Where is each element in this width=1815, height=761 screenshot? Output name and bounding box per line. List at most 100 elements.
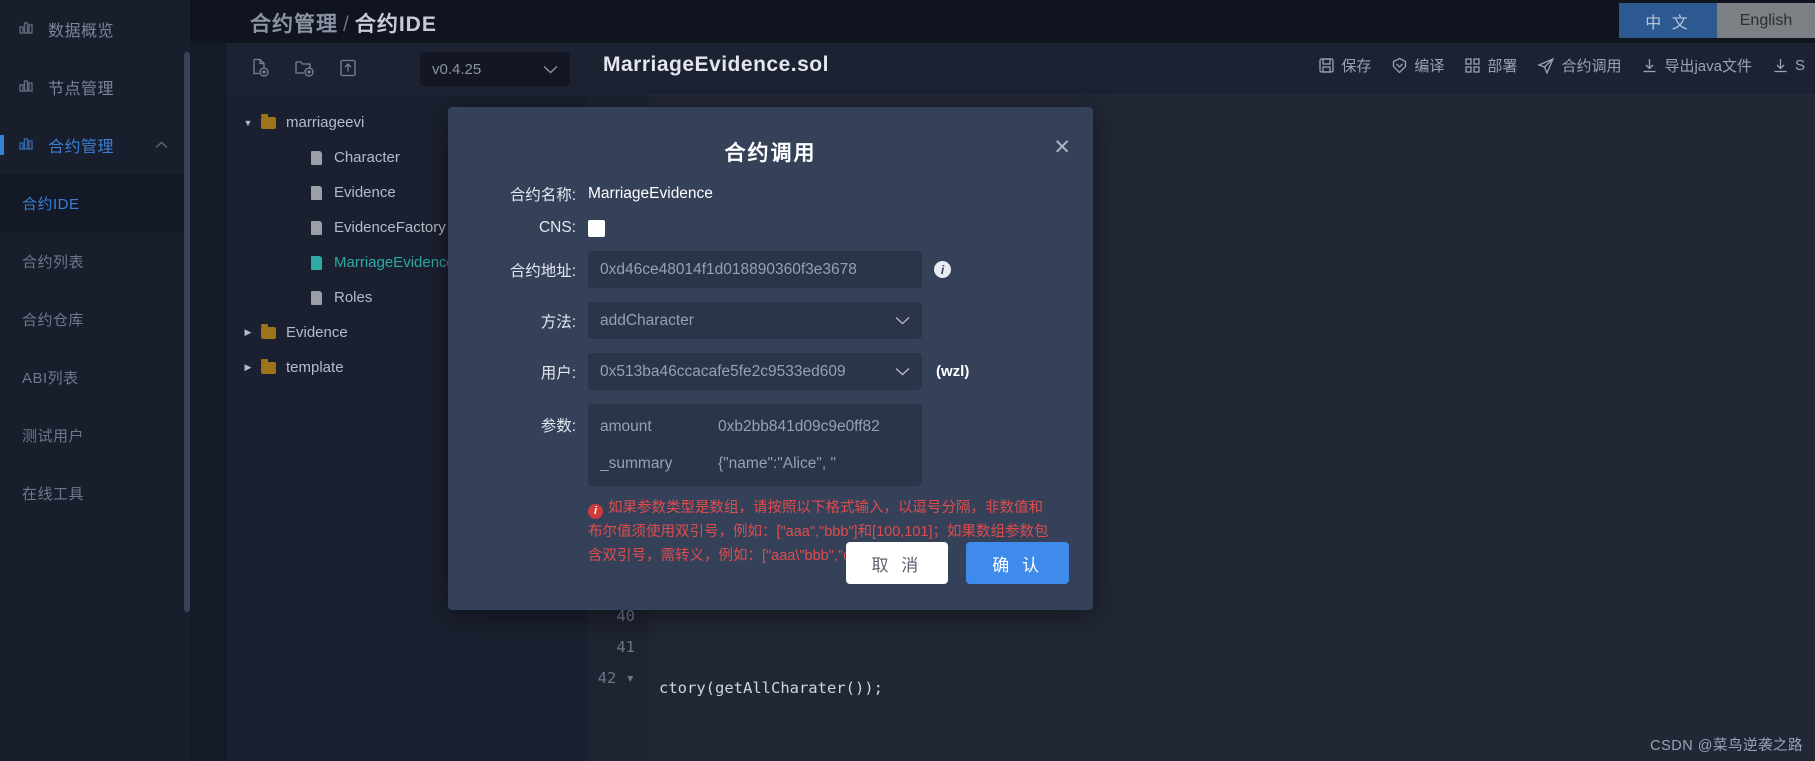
sidebar-item-abi-list[interactable]: ABI列表 xyxy=(0,348,190,406)
sidebar-sub-label: 在线工具 xyxy=(22,485,85,503)
contract-call-button[interactable]: 合约调用 xyxy=(1537,55,1621,76)
file-icon xyxy=(305,290,327,305)
tree-node-label: Evidence xyxy=(286,324,348,341)
contract-name-row: 合约名称: MarriageEvidence xyxy=(448,183,1093,205)
ide-actions: 保存 编译 部署 合约调用 导出java文件 S xyxy=(1318,55,1805,76)
contract-address-label: 合约地址: xyxy=(509,262,576,280)
sidebar-item-contract-manage[interactable]: 合约管理 xyxy=(0,116,190,174)
sidebar-sub-label: 测试用户 xyxy=(22,427,85,445)
watermark: CSDN @菜鸟逆袭之路 xyxy=(1650,738,1803,754)
param-name: amount xyxy=(600,417,652,435)
export-java-button[interactable]: 导出java文件 xyxy=(1641,55,1752,76)
file-icon xyxy=(305,220,327,235)
method-value: addCharacter xyxy=(600,311,694,329)
code-line: ctory(getAllCharater()); xyxy=(659,679,883,697)
info-icon[interactable]: i xyxy=(934,261,951,278)
tree-node-label: template xyxy=(286,359,344,376)
new-file-icon[interactable] xyxy=(245,53,275,83)
sidebar-sub-label: ABI列表 xyxy=(22,369,79,387)
chevron-up-icon[interactable] xyxy=(155,138,168,152)
tree-node-label: Character xyxy=(334,149,400,166)
sidebar-item-online-tools[interactable]: 在线工具 xyxy=(0,464,190,522)
export-second-label: S xyxy=(1794,57,1805,74)
method-label: 方法: xyxy=(540,313,576,331)
contract-address-input[interactable]: 0xd46ce48014f1d018890360f3e3678 xyxy=(588,251,922,288)
export-java-label: 导出java文件 xyxy=(1664,58,1752,75)
tree-node-label: Evidence xyxy=(334,184,396,201)
file-icon xyxy=(305,255,327,270)
sidebar: 数据概览 节点管理 合约管理 合约IDE 合约列表 合约仓库 ABI列表 测试用… xyxy=(0,0,190,761)
save-icon xyxy=(1318,57,1335,74)
export-second-button[interactable]: S xyxy=(1772,57,1805,74)
user-row: 用户: 0x513ba46ccacafe5fe2c9533ed609 (wzl) xyxy=(448,353,1093,390)
sidebar-item-data-overview[interactable]: 数据概览 xyxy=(0,0,190,58)
sidebar-item-contract-repo[interactable]: 合约仓库 xyxy=(0,290,190,348)
sidebar-sub-label: 合约IDE xyxy=(22,195,80,213)
method-select[interactable]: addCharacter xyxy=(588,302,922,339)
compile-label: 编译 xyxy=(1414,58,1445,75)
sidebar-item-node-manage[interactable]: 节点管理 xyxy=(0,58,190,116)
cns-checkbox[interactable] xyxy=(588,219,605,237)
param-value-input[interactable]: 0xb2bb841d09c9e0ff82 xyxy=(718,418,910,436)
confirm-button[interactable]: 确 认 xyxy=(966,542,1069,584)
cancel-button[interactable]: 取 消 xyxy=(845,542,949,584)
sidebar-item-contract-list[interactable]: 合约列表 xyxy=(0,232,190,290)
new-folder-icon[interactable] xyxy=(289,53,319,83)
chevron-right-icon[interactable]: ▶ xyxy=(239,362,257,373)
lang-english-button[interactable]: English xyxy=(1717,3,1815,38)
breadcrumb-current: 合约IDE xyxy=(354,13,437,36)
folder-icon xyxy=(257,113,279,129)
folder-icon xyxy=(257,358,279,374)
deploy-label: 部署 xyxy=(1487,58,1518,75)
topbar: 合约管理 / 合约IDE 中 文 English xyxy=(190,0,1815,43)
tree-node-label: marriageevi xyxy=(286,114,365,131)
params-list: amount 0xb2bb841d09c9e0ff82 _summary {"n… xyxy=(588,404,922,486)
sidebar-sub-label: 合约列表 xyxy=(22,253,85,271)
params-row: 参数: amount 0xb2bb841d09c9e0ff82 _summary… xyxy=(448,404,1093,486)
save-button[interactable]: 保存 xyxy=(1318,55,1371,76)
user-value: 0x513ba46ccacafe5fe2c9533ed609 xyxy=(600,362,846,380)
close-icon[interactable]: ✕ xyxy=(1053,137,1071,158)
chart-icon xyxy=(18,19,38,40)
params-label: 参数: xyxy=(540,418,576,435)
chevron-down-icon[interactable]: ▼ xyxy=(239,118,257,128)
download-icon xyxy=(1641,57,1658,74)
app-root: 数据概览 节点管理 合约管理 合约IDE 合约列表 合约仓库 ABI列表 测试用… xyxy=(0,0,1815,761)
language-switcher: 中 文 English xyxy=(1619,3,1815,38)
param-value-input[interactable]: {"name":"Alice", " xyxy=(718,455,910,473)
chevron-down-icon xyxy=(543,62,558,77)
method-row: 方法: addCharacter xyxy=(448,302,1093,339)
file-icon xyxy=(305,185,327,200)
chevron-down-icon xyxy=(889,364,910,379)
cns-label: CNS: xyxy=(538,219,576,236)
lang-chinese-button[interactable]: 中 文 xyxy=(1619,3,1717,38)
warning-icon: i xyxy=(588,503,603,519)
tree-node-label: EvidenceFactory xyxy=(334,219,446,236)
node-icon xyxy=(18,77,38,98)
ide-toolbar: v0.4.25 MarriageEvidence.sol 保存 编译 部署 合约… xyxy=(227,43,1815,95)
solidity-version-select[interactable]: v0.4.25 xyxy=(420,52,570,86)
user-select[interactable]: 0x513ba46ccacafe5fe2c9533ed609 xyxy=(588,353,922,390)
contract-address-row: 合约地址: 0xd46ce48014f1d018890360f3e3678 i xyxy=(448,251,1093,288)
param-item[interactable]: amount 0xb2bb841d09c9e0ff82 xyxy=(588,408,922,445)
chevron-down-icon xyxy=(889,313,910,328)
compile-icon xyxy=(1391,57,1408,74)
breadcrumb: 合约管理 / 合约IDE xyxy=(250,8,437,38)
modal-title: 合约调用 xyxy=(724,142,817,165)
param-item[interactable]: _summary {"name":"Alice", " xyxy=(588,445,922,482)
chevron-right-icon[interactable]: ▶ xyxy=(239,327,257,338)
sidebar-item-contract-ide[interactable]: 合约IDE xyxy=(0,174,190,232)
file-action-icons xyxy=(245,53,363,83)
sidebar-item-test-user[interactable]: 测试用户 xyxy=(0,406,190,464)
tree-node-label: Roles xyxy=(334,289,373,306)
sidebar-scrollbar[interactable] xyxy=(184,52,190,612)
import-icon[interactable] xyxy=(333,53,363,83)
contract-icon xyxy=(18,135,38,156)
breadcrumb-parent[interactable]: 合约管理 xyxy=(250,13,338,36)
contract-name-value: MarriageEvidence xyxy=(588,185,713,202)
compile-button[interactable]: 编译 xyxy=(1391,55,1444,76)
deploy-icon xyxy=(1464,57,1481,74)
contract-call-modal: 合约调用 ✕ 合约名称: MarriageEvidence CNS: 合约地址:… xyxy=(448,107,1093,610)
deploy-button[interactable]: 部署 xyxy=(1464,55,1517,76)
